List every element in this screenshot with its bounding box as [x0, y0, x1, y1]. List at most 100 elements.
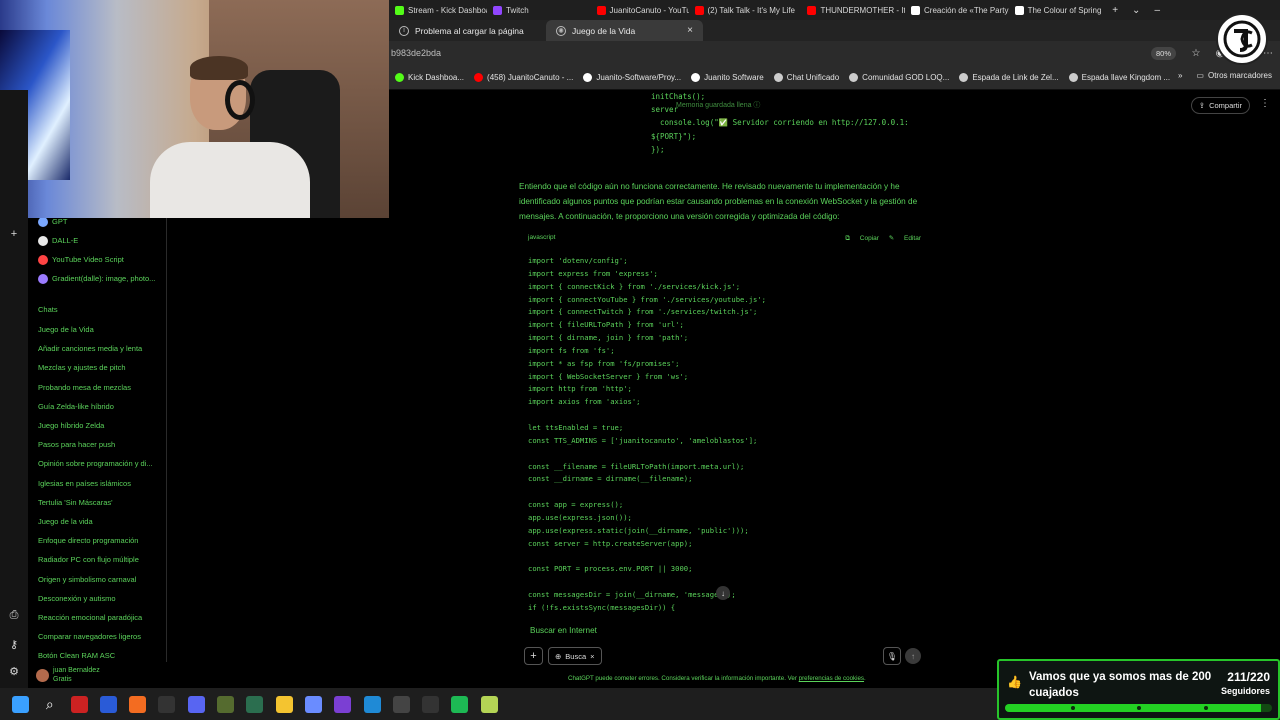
send-button[interactable]: ↑ — [905, 648, 921, 664]
sidebar-chat-item[interactable]: Iglesias en países islámicos — [28, 474, 166, 493]
follower-count: 211/220 — [1227, 670, 1270, 684]
search-chip[interactable]: ⊕ Busca × — [548, 647, 602, 665]
bookmark-item[interactable]: Chat Unificado — [773, 72, 839, 82]
discord-icon[interactable] — [187, 695, 205, 713]
share-button[interactable]: ⇪ Compartir — [1190, 97, 1250, 114]
app-icon[interactable] — [99, 695, 117, 713]
browser-tab[interactable]: The Colour of Spring — [1009, 0, 1113, 20]
url-field[interactable]: b983de2bda — [389, 48, 1151, 58]
other-bookmarks-label: Otros marcadores — [1207, 71, 1272, 80]
visual-studio-icon[interactable] — [334, 695, 352, 713]
close-icon[interactable]: × — [590, 652, 594, 661]
spotify-icon[interactable] — [451, 695, 469, 713]
sidebar-chat-item[interactable]: Juego híbrido Zelda — [28, 416, 166, 435]
gpt-label: DALL-E — [52, 236, 79, 245]
bookmark-item[interactable]: Comunidad GOD LOQ... — [849, 72, 949, 82]
plus-icon[interactable]: + — [8, 228, 20, 240]
gear-icon[interactable]: ⚙ — [8, 665, 20, 678]
browser-tab[interactable]: Creación de «The Party» — [905, 0, 1009, 20]
progress-tick — [1137, 706, 1141, 710]
brave-icon[interactable] — [129, 695, 147, 713]
gpt-icon — [38, 254, 48, 265]
bookmark-item[interactable]: Juanito Software — [691, 72, 764, 82]
sidebar-chat-item[interactable]: Opinión sobre programación y di... — [28, 454, 166, 473]
obs-icon[interactable] — [422, 695, 440, 713]
app-icon[interactable] — [217, 695, 235, 713]
bookmark-item[interactable]: Espada de Link de Zel... — [959, 72, 1059, 82]
person-headset — [225, 80, 255, 120]
app-icon[interactable] — [304, 695, 322, 713]
chevron-right-icon[interactable]: » — [1178, 71, 1182, 80]
app-icon[interactable] — [392, 695, 410, 713]
sidebar-chat-item[interactable]: Pasos para hacer push — [28, 435, 166, 454]
browser-tab[interactable]: Stream - Kick Dashboard — [389, 0, 487, 20]
sidebar-chat-item[interactable]: Guía Zelda-like híbrido — [28, 397, 166, 416]
sidebar-chat-item[interactable]: Probando mesa de mezclas — [28, 378, 166, 397]
sidebar-chat-item[interactable]: Juego de la vida — [28, 512, 166, 531]
sidebar-chat-item[interactable]: Enfoque directo programación — [28, 531, 166, 550]
sidebar-chat-item[interactable]: Comparar navegadores ligeros — [28, 627, 166, 646]
bookmark-item[interactable]: Juanito-Software/Proy... — [583, 72, 681, 82]
close-icon[interactable]: × — [687, 25, 693, 36]
browser-tab[interactable]: JuanitoCanuto - YouTube — [591, 0, 689, 20]
vscode-icon[interactable] — [363, 695, 381, 713]
sidebar-chat-item[interactable]: Tertulia 'Sin Máscaras' — [28, 493, 166, 512]
sidebar-gpt-item[interactable]: YouTube Video Script — [28, 250, 166, 269]
sidebar-chat-item[interactable]: Reacción emocional paradójica — [28, 608, 166, 627]
assistant-message: Entiendo que el código aún no funciona c… — [519, 182, 918, 221]
edit-button[interactable]: ✎ Editar — [889, 235, 921, 242]
scroll-down-button[interactable]: ↓ — [716, 586, 730, 600]
composer-plus-button[interactable]: + — [524, 647, 543, 665]
sidebar-chat-item[interactable]: Mezclas y ajustes de pitch — [28, 358, 166, 377]
bookmark-item[interactable]: Kick Dashboa... — [395, 72, 465, 82]
microphone-button[interactable]: 🎙 — [883, 647, 901, 665]
app-icon[interactable] — [70, 695, 88, 713]
user-plan: Gratis — [53, 676, 72, 683]
tab-juego-de-la-vida[interactable]: ✺ Juego de la Vida × — [546, 20, 703, 41]
new-tab-icon[interactable]: + — [1112, 5, 1118, 16]
more-options-icon[interactable]: ⋮ — [1260, 98, 1270, 109]
app-icon[interactable] — [158, 695, 176, 713]
chat-main: initChats(); server console.log("✅ Servi… — [389, 90, 1280, 688]
bookmarks-bar: Kick Dashboa... (458) JuanitoCanuto - ...… — [389, 65, 1280, 90]
tab-search-icon[interactable]: ⌄ — [1132, 5, 1140, 16]
sidebar-chat-item[interactable]: Origen y simbolismo carnaval — [28, 569, 166, 588]
composer-input-text[interactable]: Buscar en Internet — [530, 626, 597, 635]
other-bookmarks[interactable]: » ▭ Otros marcadores — [1178, 71, 1272, 80]
zoom-level[interactable]: 80% — [1150, 46, 1176, 60]
app-icon[interactable] — [539, 695, 557, 713]
key-icon[interactable]: ⚷ — [8, 638, 20, 651]
tab-favicon-icon — [1014, 5, 1024, 15]
app-icon[interactable] — [480, 695, 498, 713]
windows-start-icon[interactable] — [12, 695, 29, 713]
sidebar-gpt-item[interactable]: Gradient(dalle): image, photo... — [28, 269, 166, 288]
sidebar-chat-item[interactable]: Añadir canciones media y lenta — [28, 339, 166, 358]
user-menu[interactable]: juan Bernaldez Gratis — [28, 662, 167, 688]
browser-tab[interactable]: Twitch — [487, 0, 591, 20]
sidebar-chat-item[interactable]: Juego de la Vida — [28, 320, 166, 339]
memory-note[interactable]: Memoria guardada llena ⓘ — [676, 100, 760, 110]
sidebar-chat-item[interactable]: Desconexión y autismo — [28, 589, 166, 608]
bookmark-item[interactable]: Espada llave Kingdom ... — [1068, 72, 1170, 82]
copy-button[interactable]: ⧉ Copiar — [845, 235, 879, 242]
cookie-preferences-link[interactable]: preferencias de cookies — [799, 675, 864, 682]
sidebar-chat-item[interactable]: Radiador PC con flujo múltiple — [28, 550, 166, 569]
sidebar-gpt-item[interactable]: GPT — [28, 218, 166, 231]
browser-tab[interactable]: THUNDERMOTHER - It — [801, 0, 905, 20]
minimize-icon[interactable]: – — [1154, 5, 1160, 16]
bookmark-label: Juanito Software — [704, 72, 764, 82]
folder-icon[interactable] — [275, 695, 293, 713]
app-icon[interactable] — [510, 695, 528, 713]
tab-problema[interactable]: i Problema al cargar la página — [389, 20, 546, 41]
bookmark-item[interactable]: (458) JuanitoCanuto - ... — [474, 72, 573, 82]
search-icon[interactable]: ⌕ — [41, 695, 59, 713]
tab-label: (2) Talk Talk - It's My Life — [707, 5, 795, 15]
bookmark-favicon-icon — [691, 72, 701, 82]
browser-tab[interactable]: (2) Talk Talk - It's My Life — [689, 0, 802, 20]
chatgpt-icon[interactable] — [246, 695, 264, 713]
star-icon[interactable]: ☆ — [1190, 47, 1202, 59]
sidebar-gpt-item[interactable]: DALL-E — [28, 231, 166, 250]
sidebar-app-icon[interactable]: ⎙ — [8, 609, 20, 621]
tab-favicon-icon — [807, 5, 817, 15]
bookmark-label: Kick Dashboa... — [408, 72, 465, 82]
